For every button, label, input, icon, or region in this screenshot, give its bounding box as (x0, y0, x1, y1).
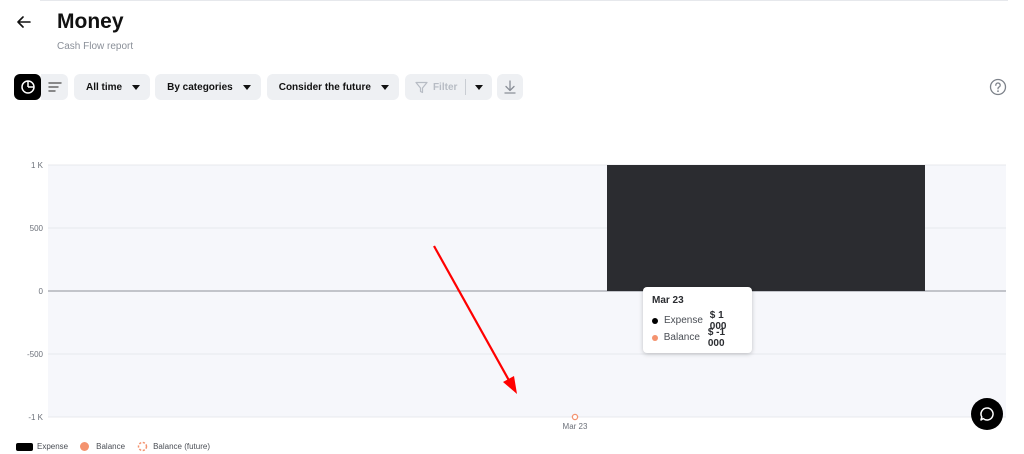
back-arrow-icon[interactable] (14, 12, 34, 32)
y-tick-label: 0 (39, 287, 44, 296)
list-lines-icon (47, 82, 62, 92)
filter-control: Filter (404, 74, 493, 100)
chat-bubble-icon (980, 407, 994, 421)
funnel-icon (415, 81, 428, 93)
future-dropdown[interactable]: Consider the future (266, 74, 399, 100)
period-dropdown-label: All time (86, 81, 123, 93)
y-tick-label: -1 K (28, 413, 43, 422)
cash-flow-chart: 1 K 500 0 -500 -1 K Mar 23 (27, 161, 1006, 431)
balance-future-swatch (137, 441, 148, 452)
expense-dot-icon (652, 317, 658, 324)
tooltip-date: Mar 23 (652, 295, 684, 306)
chat-button[interactable] (971, 398, 1003, 430)
y-tick-label: 1 K (31, 161, 44, 170)
legend-label: Balance (96, 442, 126, 451)
filter-button-label: Filter (432, 81, 458, 93)
chevron-down-icon (380, 84, 389, 90)
expense-bar (607, 165, 925, 291)
tooltip-label: Balance (663, 332, 700, 343)
tooltip-value: $ -1 000 (707, 326, 726, 349)
expense-swatch (16, 442, 33, 451)
balance-point (571, 413, 579, 421)
tooltip-label: Expense (663, 315, 703, 326)
tooltip-row-balance: Balance $ -1 000 (652, 326, 743, 349)
filter-button[interactable]: Filter (405, 74, 465, 100)
download-button[interactable] (497, 74, 524, 100)
y-tick-label: -500 (27, 350, 44, 359)
report-toolbar: All time By categories Consider the futu… (14, 74, 524, 100)
page-subtitle: Cash Flow report (57, 41, 134, 52)
filter-dropdown-toggle[interactable] (466, 74, 492, 100)
top-divider (40, 0, 1008, 1)
grouping-dropdown[interactable]: By categories (155, 74, 261, 100)
chevron-down-icon (132, 84, 141, 90)
chart-legend: Expense Balance Balance (future) (16, 441, 222, 452)
y-tick-label: 500 (30, 224, 44, 233)
list-view-button[interactable] (41, 74, 68, 100)
pie-chart-icon (20, 80, 35, 94)
chart-tooltip: Mar 23 Expense $ 1 000 Balance $ -1 000 (643, 287, 752, 353)
page-title: Money (57, 10, 124, 33)
download-icon (504, 80, 517, 94)
legend-item-expense[interactable]: Expense (16, 442, 68, 451)
chevron-down-icon (475, 84, 484, 90)
chevron-down-icon (242, 84, 251, 90)
help-button[interactable] (989, 78, 1007, 96)
balance-dot-icon (652, 334, 658, 341)
x-tick-label: Mar 23 (563, 422, 588, 431)
chart-view-button[interactable] (14, 74, 41, 100)
legend-item-balance-future[interactable]: Balance (future) (137, 441, 210, 452)
legend-item-balance[interactable]: Balance (80, 442, 125, 451)
help-circle-icon (989, 78, 1007, 96)
legend-label: Balance (future) (153, 442, 210, 451)
balance-swatch (80, 442, 90, 451)
grouping-dropdown-label: By categories (167, 81, 233, 93)
legend-label: Expense (37, 442, 69, 451)
future-dropdown-label: Consider the future (278, 81, 371, 93)
period-dropdown[interactable]: All time (74, 74, 151, 100)
